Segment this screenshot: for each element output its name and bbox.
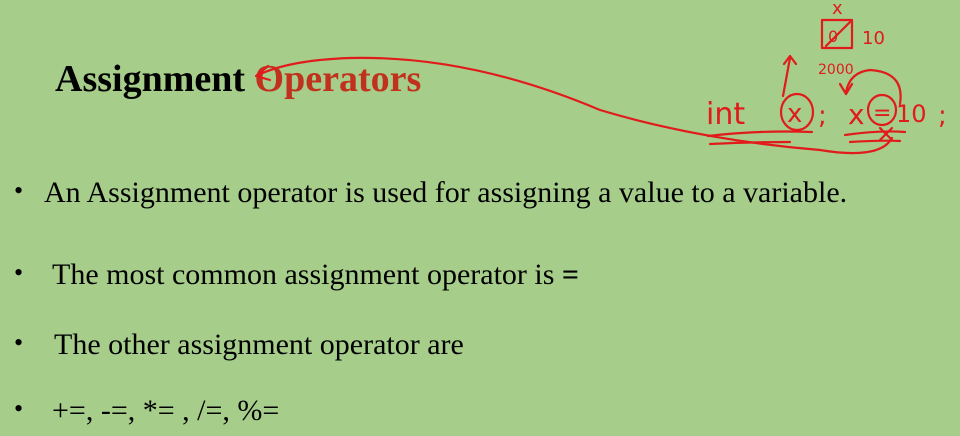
slide: Assignment Operators • An Assignment ope… (0, 0, 960, 436)
title-prefix: Assignment (55, 58, 255, 100)
code-assign-var: x (848, 98, 865, 131)
assign-arrow-head (838, 82, 854, 96)
code-int: int (706, 97, 745, 132)
strike-line (824, 20, 852, 48)
bullet-text: An Assignment operator is used for assig… (44, 176, 848, 209)
bullet-text: The other assignment operator are (54, 328, 464, 361)
var-circle (779, 92, 815, 132)
bullet-marker: • (14, 176, 24, 205)
bullet-text: +=, -=, *= , /=, %= (52, 394, 280, 427)
memory-address: 2000 (818, 62, 854, 78)
box-value: 0 (828, 27, 838, 46)
new-value: 10 (862, 28, 885, 49)
bullet-text: The most common assignment operator is (52, 258, 562, 291)
pointer-arrow (781, 56, 792, 98)
underline-3 (843, 130, 907, 137)
code-end-semicolon: ; (938, 101, 947, 131)
bullet-marker: • (14, 328, 24, 357)
code-semicolon: ; (818, 101, 827, 131)
code-assign-val: 10 (896, 100, 927, 128)
underline-4 (848, 139, 902, 144)
var-label: x (832, 0, 843, 19)
bullet-marker: • (14, 394, 24, 423)
operator-circle (866, 93, 898, 127)
underline-2 (708, 140, 792, 146)
slide-title: Assignment Operators (55, 60, 421, 98)
bullet-text-group: The most common assignment operator is = (52, 260, 579, 290)
underline-1 (706, 130, 814, 138)
code-assign-op: = (873, 101, 891, 126)
assignment-symbol: = (561, 258, 580, 291)
tick-mark (878, 126, 894, 142)
bullet-marker: • (14, 258, 24, 287)
tick-mark (878, 126, 894, 142)
assign-arrow (844, 68, 902, 106)
pointer-arrow-head (782, 54, 798, 66)
memory-box (820, 18, 854, 50)
title-accent: Operators (254, 58, 422, 100)
code-var: x (787, 99, 802, 129)
